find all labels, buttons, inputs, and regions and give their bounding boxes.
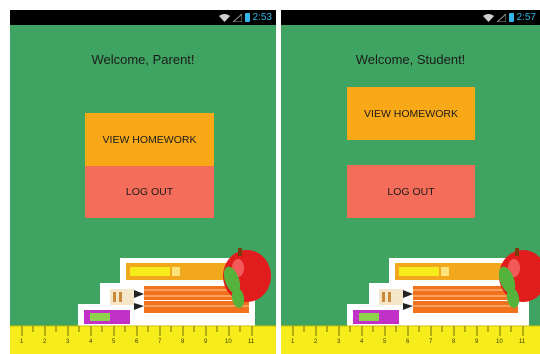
ruler-number: 11 [248, 339, 255, 345]
status-bar: 2:57 [281, 10, 540, 25]
ruler-number: 11 [519, 339, 526, 345]
log-out-button[interactable]: LOG OUT [347, 165, 475, 218]
parent-screen: 2:53 Welcome, Parent! VIEW HOMEWORK LOG … [10, 10, 276, 354]
wifi-icon [218, 13, 230, 22]
clock: 2:53 [252, 12, 272, 23]
welcome-title: Welcome, Parent! [91, 52, 195, 67]
battery-icon [508, 13, 514, 22]
ruler-number: 10 [225, 339, 232, 345]
wifi-icon [482, 13, 494, 22]
welcome-title: Welcome, Student! [355, 52, 466, 67]
battery-icon [244, 13, 250, 22]
signal-icon [232, 13, 242, 22]
view-homework-button[interactable]: VIEW HOMEWORK [85, 113, 214, 166]
ruler-number: 10 [496, 339, 503, 345]
school-supplies-illustration: 1 2 3 4 5 6 7 8 9 10 11 [281, 248, 540, 354]
status-bar: 2:53 [10, 10, 276, 25]
log-out-button[interactable]: LOG OUT [85, 166, 214, 218]
student-screen: 2:57 Welcome, Student! VIEW HOMEWORK LOG… [281, 10, 540, 354]
ruler [10, 326, 276, 354]
clock: 2:57 [516, 12, 536, 23]
school-supplies-illustration: 1 2 3 4 5 6 7 8 9 10 11 [10, 248, 276, 354]
view-homework-button[interactable]: VIEW HOMEWORK [347, 87, 475, 140]
signal-icon [496, 13, 506, 22]
